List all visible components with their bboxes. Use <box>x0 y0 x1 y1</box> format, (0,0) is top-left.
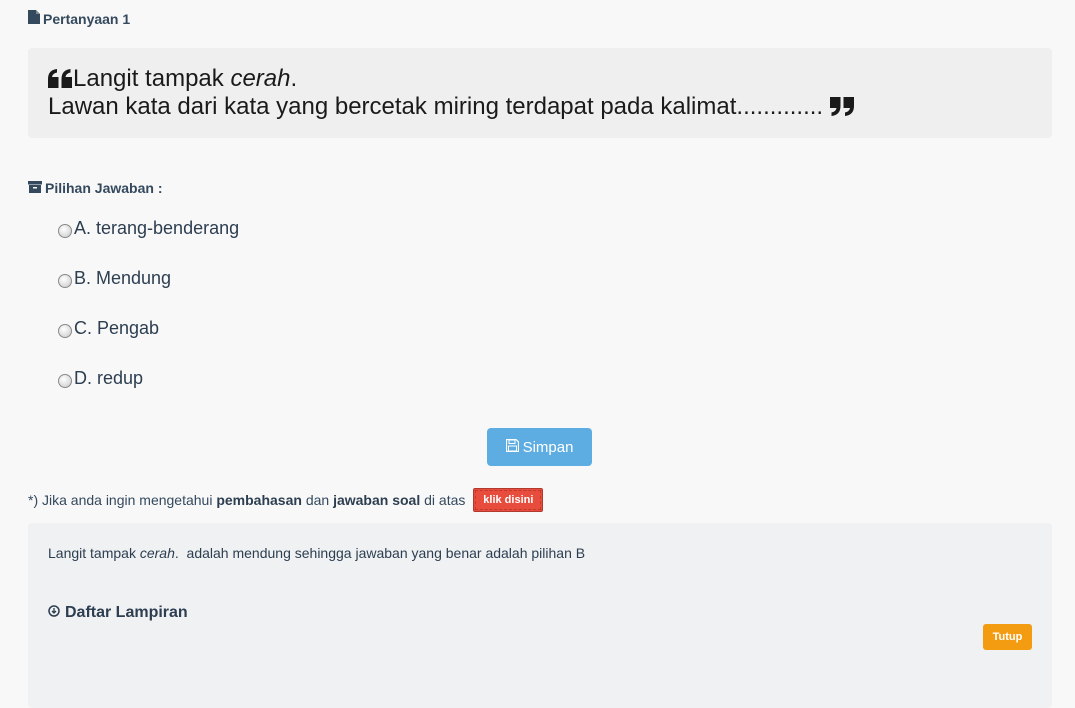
hint-line: *) Jika anda ingin mengetahui pembahasan… <box>28 487 544 513</box>
explanation-suffix: . adalah mendung sehingga jawaban yang b… <box>174 545 586 561</box>
file-icon <box>28 10 40 27</box>
hint-bold-pembahasan: pembahasan <box>216 492 302 508</box>
attachments-title-text: Daftar Lampiran <box>65 604 188 621</box>
option-b[interactable]: B. Mendung <box>58 266 171 290</box>
option-label: C. Pengab <box>74 317 160 338</box>
save-button[interactable]: Simpan <box>487 428 592 466</box>
radio-button[interactable] <box>58 374 72 388</box>
radio-button[interactable] <box>58 224 72 238</box>
question-number: Pertanyaan 1 <box>43 10 131 27</box>
option-label: B. Mendung <box>74 267 172 288</box>
question-line1-suffix: . <box>290 65 298 92</box>
question-text: Langit tampak cerah. Lawan kata dari kat… <box>48 66 855 122</box>
question-box: Langit tampak cerah. Lawan kata dari kat… <box>28 48 1052 138</box>
radio-button[interactable] <box>58 324 72 338</box>
explanation-prefix: Langit tampak <box>48 545 140 561</box>
attachments-title: Daftar Lampiran <box>48 604 188 622</box>
show-answer-button[interactable]: klik disini <box>473 488 544 512</box>
explanation-box: Langit tampak cerah. adalah mendung sehi… <box>28 523 1052 708</box>
question-line1-prefix: Langit tampak <box>73 65 231 92</box>
quote-right-icon <box>829 96 855 122</box>
choices-label-text: Pilihan Jawaban : <box>45 180 163 196</box>
quote-left-icon <box>48 68 73 94</box>
floppy-disk-icon <box>505 438 519 456</box>
hint-text-2: dan <box>301 492 334 508</box>
question-italic-word: cerah <box>230 65 291 92</box>
explanation-text: Langit tampak cerah. adalah mendung sehi… <box>48 545 585 561</box>
option-a[interactable]: A. terang-benderang <box>58 216 239 240</box>
hint-text-3: di atas <box>420 492 470 508</box>
option-label: A. terang-benderang <box>74 217 240 238</box>
hint-text-1: *) Jika anda ingin mengetahui <box>28 492 217 508</box>
save-button-label: Simpan <box>522 438 574 456</box>
hint-bold-jawaban: jawaban soal <box>333 492 421 508</box>
option-label: D. redup <box>74 367 144 388</box>
option-c[interactable]: C. Pengab <box>58 316 159 340</box>
question-line2: Lawan kata dari kata yang bercetak mirin… <box>48 93 824 120</box>
archive-icon <box>28 180 42 196</box>
close-button[interactable]: Tutup <box>983 624 1032 650</box>
question-header: Pertanyaan 1 <box>28 10 130 27</box>
circle-arrow-down-icon <box>48 604 60 622</box>
option-d[interactable]: D. redup <box>58 366 143 390</box>
choices-label: Pilihan Jawaban : <box>28 180 162 196</box>
radio-button[interactable] <box>58 274 72 288</box>
explanation-italic: cerah <box>139 545 175 561</box>
